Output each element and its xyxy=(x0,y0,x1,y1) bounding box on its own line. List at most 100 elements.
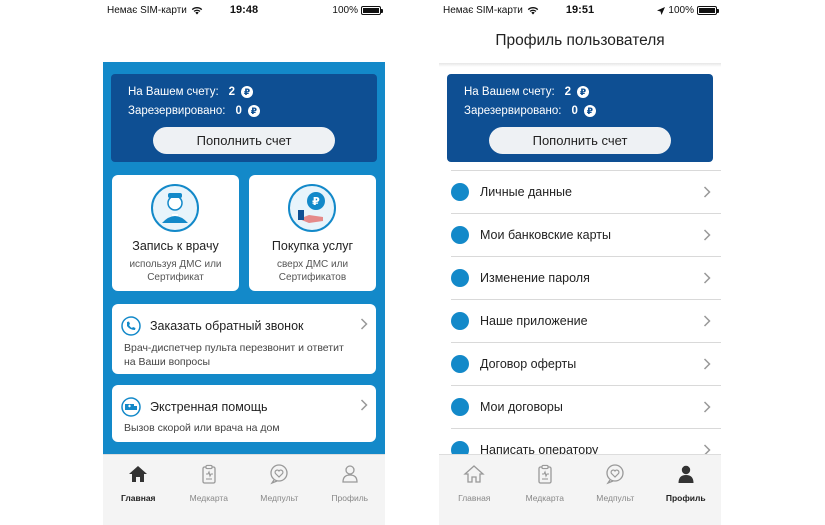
profile-screen: Немає SIM-карти 19:51 100% Профиль польз… xyxy=(439,0,721,525)
user-icon xyxy=(342,465,358,483)
header-divider xyxy=(439,63,721,67)
menu-item-personal-data[interactable]: Личные данные xyxy=(451,170,721,213)
folder-icon xyxy=(451,398,469,416)
balance-card: На Вашем счету: 2 ₽ Зарезервировано: 0 ₽… xyxy=(447,74,713,162)
key-icon xyxy=(451,269,469,287)
tab-label: Медпульт xyxy=(260,493,299,503)
account-label: На Вашем счету: xyxy=(128,86,219,98)
clipboard-icon xyxy=(202,464,216,484)
chevron-right-icon xyxy=(703,229,711,241)
bank-card-icon xyxy=(451,226,469,244)
page-title: Профиль пользователя xyxy=(495,32,665,49)
home-icon xyxy=(463,465,485,483)
balance-card: На Вашем счету: 2 ₽ Зарезервировано: 0 ₽… xyxy=(111,74,377,162)
chevron-right-icon xyxy=(703,315,711,327)
menu-item-label: Изменение пароля xyxy=(480,271,590,285)
menu-item-our-app[interactable]: Наше приложение xyxy=(451,299,721,342)
menu-item-label: Личные данные xyxy=(480,185,572,199)
emergency-card[interactable]: Экстренная помощь Вызов скорой или врача… xyxy=(112,385,376,442)
ruble-icon: ₽ xyxy=(583,105,596,117)
tab-label: Медкарта xyxy=(525,493,564,503)
chevron-right-icon xyxy=(703,358,711,370)
reserved-value: 0 xyxy=(571,105,578,117)
ambulance-icon xyxy=(121,397,141,417)
tab-label: Профиль xyxy=(331,493,369,503)
ruble-icon: ₽ xyxy=(247,105,260,117)
tab-label: Главная xyxy=(120,493,156,503)
chevron-right-icon xyxy=(703,186,711,198)
ruble-hand-icon: ₽ xyxy=(288,184,336,232)
tab-medcard[interactable]: Медкарта xyxy=(174,455,245,525)
reserved-label: Зарезервировано: xyxy=(128,105,226,117)
tile-title: Покупка услуг xyxy=(271,239,354,253)
menu-item-label: Договор оферты xyxy=(480,357,577,371)
ruble-icon: ₽ xyxy=(577,86,590,98)
clipboard-icon xyxy=(538,464,552,484)
chevron-right-icon xyxy=(703,272,711,284)
heart-chat-icon xyxy=(606,464,624,485)
tab-medpult[interactable]: Медпульт xyxy=(580,455,651,525)
profile-menu: Личные данные Мои банковские карты Измен… xyxy=(439,170,721,471)
heart-chat-icon xyxy=(270,464,288,485)
account-row: На Вашем счету: 2 ₽ xyxy=(128,86,254,98)
card-subtitle: Врач-диспетчер пульта перезвонит и ответ… xyxy=(124,342,344,368)
reserved-label: Зарезервировано: xyxy=(464,105,562,117)
card-subtitle: Вызов скорой или врача на дом xyxy=(124,422,280,434)
callback-card[interactable]: Заказать обратный звонок Врач-диспетчер … xyxy=(112,304,376,374)
tab-label: Медкарта xyxy=(189,493,228,503)
phone-icon xyxy=(451,312,469,330)
location-arrow-icon xyxy=(657,6,666,15)
reserved-row: Зарезервировано: 0 ₽ xyxy=(464,105,596,117)
tile-subtitle: используя ДМС или Сертификат xyxy=(129,259,222,283)
menu-item-label: Наше приложение xyxy=(480,314,588,328)
account-value: 2 xyxy=(228,86,236,98)
svg-text:₽: ₽ xyxy=(312,195,320,208)
buy-services-tile[interactable]: ₽ Покупка услуг сверх ДМС или Сертификат… xyxy=(249,175,376,291)
battery-icon xyxy=(361,6,383,15)
tab-bar: Главная Медкарта Медпульт Профиль xyxy=(439,454,721,525)
tab-medcard[interactable]: Медкарта xyxy=(510,455,581,525)
tab-profile[interactable]: Профиль xyxy=(315,455,386,525)
card-title: Экстренная помощь xyxy=(150,400,268,414)
reserved-value: 0 xyxy=(235,105,242,117)
reserved-row: Зарезервировано: 0 ₽ xyxy=(128,105,260,117)
home-screen: Немає SIM-карти 19:48 100% На Вашем счет… xyxy=(103,0,385,525)
phone-call-icon xyxy=(121,316,141,336)
ruble-icon: ₽ xyxy=(241,86,254,98)
chevron-right-icon xyxy=(360,399,368,411)
menu-item-change-password[interactable]: Изменение пароля xyxy=(451,256,721,299)
menu-item-label: Мои банковские карты xyxy=(480,228,611,242)
tile-subtitle: сверх ДМС или Сертификатов xyxy=(276,259,349,283)
home-icon xyxy=(129,466,148,482)
menu-item-bank-cards[interactable]: Мои банковские карты xyxy=(451,213,721,256)
tab-label: Медпульт xyxy=(596,493,635,503)
chevron-right-icon xyxy=(360,318,368,330)
tab-label: Главная xyxy=(458,493,491,503)
tab-medpult[interactable]: Медпульт xyxy=(244,455,315,525)
tab-label: Профиль xyxy=(665,493,706,503)
doctor-appointment-tile[interactable]: Запись к врачу используя ДМС или Сертифи… xyxy=(112,175,239,291)
account-value: 2 xyxy=(564,86,572,98)
status-bar: Немає SIM-карти 19:48 100% xyxy=(103,0,385,22)
tab-bar: Главная Медкарта Медпульт Профиль xyxy=(103,454,385,525)
battery-percent: 100% xyxy=(332,5,358,16)
account-label: На Вашем счету: xyxy=(464,86,555,98)
menu-item-offer-contract[interactable]: Договор оферты xyxy=(451,342,721,385)
tab-profile[interactable]: Профиль xyxy=(651,455,722,525)
document-icon xyxy=(451,355,469,373)
tab-home[interactable]: Главная xyxy=(439,455,510,525)
doctor-icon xyxy=(151,184,199,232)
status-bar: Немає SIM-карти 19:51 100% xyxy=(439,0,721,22)
account-row: На Вашем счету: 2 ₽ xyxy=(464,86,590,98)
user-icon xyxy=(678,465,694,483)
id-card-icon xyxy=(451,183,469,201)
home-content: На Вашем счету: 2 ₽ Зарезервировано: 0 ₽… xyxy=(103,62,385,454)
tab-home[interactable]: Главная xyxy=(103,455,174,525)
topup-button[interactable]: Пополнить счет xyxy=(489,127,671,154)
menu-item-my-contracts[interactable]: Мои договоры xyxy=(451,385,721,428)
battery-icon xyxy=(697,6,719,15)
battery-percent: 100% xyxy=(668,5,694,16)
chevron-right-icon xyxy=(703,401,711,413)
topup-button[interactable]: Пополнить счет xyxy=(153,127,335,154)
tile-title: Запись к врачу xyxy=(132,239,219,253)
